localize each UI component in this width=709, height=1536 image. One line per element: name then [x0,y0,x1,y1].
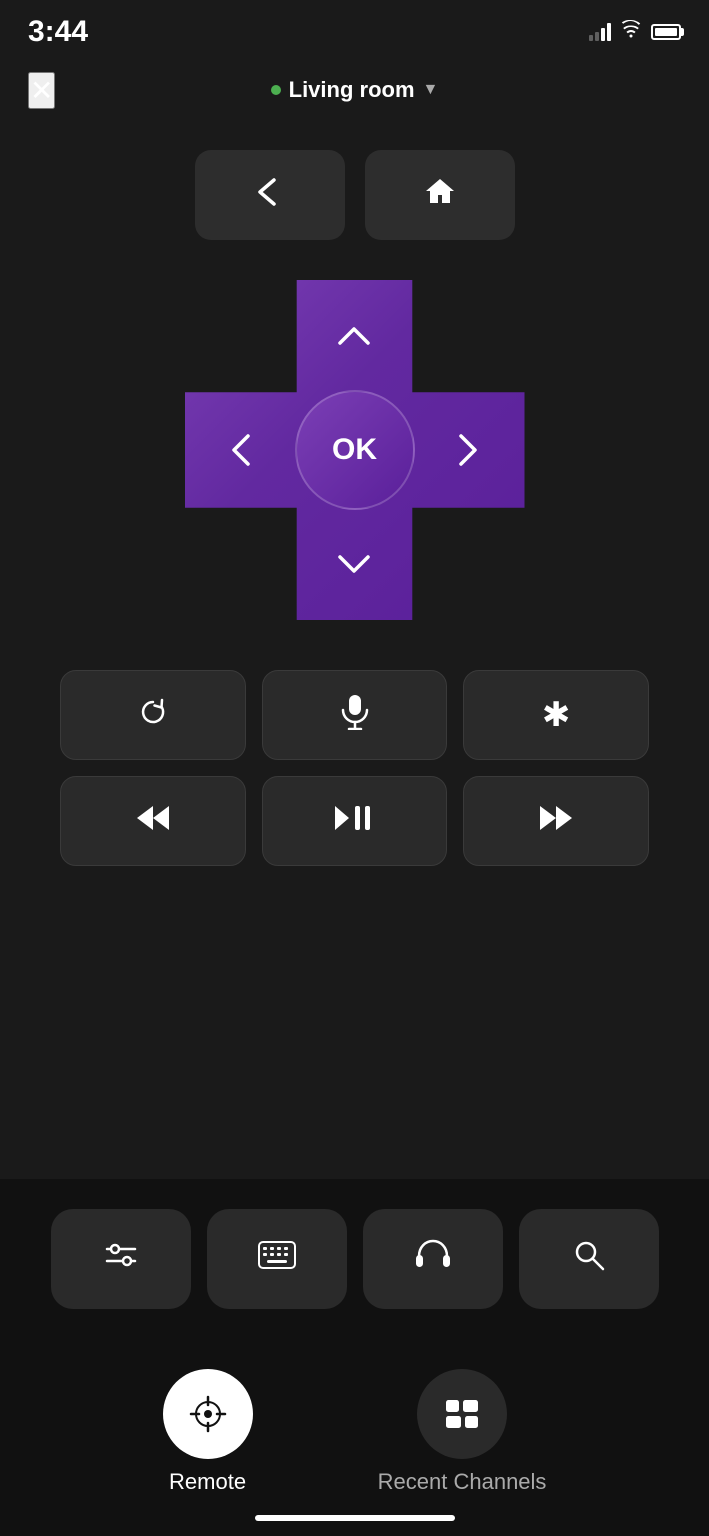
signal-icon [589,23,611,41]
top-buttons [0,120,709,260]
chevron-down-icon: ▼ [423,81,439,99]
asterisk-icon: ✱ [542,695,571,735]
remote-nav-icon [163,1369,253,1459]
remote-nav-label: Remote [169,1469,246,1495]
search-icon [573,1239,605,1279]
play-pause-button[interactable] [262,776,448,866]
rewind-icon [135,804,171,839]
ok-label: OK [332,433,377,467]
fast-forward-button[interactable] [463,776,649,866]
recent-channels-nav-icon [417,1369,507,1459]
room-name: Living room [289,77,415,103]
equalizer-button[interactable] [51,1209,191,1309]
dpad-container: OK [0,260,709,660]
dpad-down-button[interactable] [297,508,413,620]
back-button[interactable] [195,150,345,240]
media-row-2 [60,776,649,866]
replay-icon [137,696,169,735]
utility-buttons [40,1209,669,1309]
home-icon [424,175,456,215]
status-time: 3:44 [28,15,88,49]
replay-button[interactable] [60,670,246,760]
home-button[interactable] [365,150,515,240]
wifi-icon [619,20,643,44]
close-button[interactable]: ✕ [28,72,55,109]
nav-item-recent-channels[interactable]: Recent Channels [378,1369,547,1495]
equalizer-icon [105,1241,137,1277]
room-status-dot [271,85,281,95]
play-pause-icon [333,804,377,839]
nav-item-remote[interactable]: Remote [163,1369,253,1495]
media-row-1: ✱ [60,670,649,760]
dpad-left-button[interactable] [185,392,297,508]
bottom-nav: Remote Recent Channels [40,1349,669,1495]
status-icons [589,20,681,44]
recent-channels-nav-label: Recent Channels [378,1469,547,1495]
dpad-ok-button[interactable]: OK [295,390,415,510]
back-arrow-icon [252,177,288,214]
options-button[interactable]: ✱ [463,670,649,760]
battery-icon [651,24,681,40]
microphone-button[interactable] [262,670,448,760]
headphones-icon [415,1238,451,1280]
room-selector[interactable]: Living room ▼ [271,77,439,103]
status-bar: 3:44 [0,0,709,60]
home-indicator [255,1515,455,1521]
headphones-button[interactable] [363,1209,503,1309]
dpad-up-button[interactable] [297,280,413,392]
rewind-button[interactable] [60,776,246,866]
fast-forward-icon [538,804,574,839]
dpad-right-button[interactable] [412,392,524,508]
header: ✕ Living room ▼ [0,60,709,120]
media-controls: ✱ [0,670,709,866]
keyboard-icon [258,1241,296,1277]
search-button[interactable] [519,1209,659,1309]
keyboard-button[interactable] [207,1209,347,1309]
bottom-area: Remote Recent Channels [0,1179,709,1536]
dpad: OK [185,280,525,620]
microphone-icon [341,694,369,737]
